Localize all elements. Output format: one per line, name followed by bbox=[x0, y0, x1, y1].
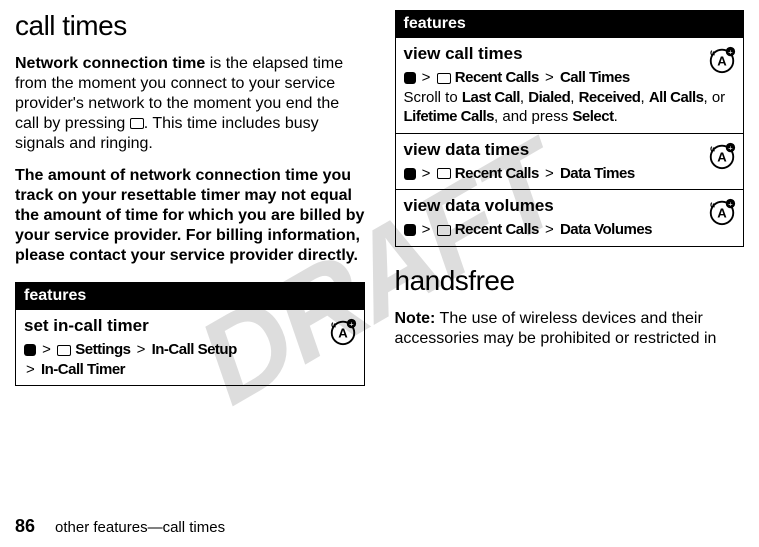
features-table-left: features A+ set in-call timer > Settings… bbox=[15, 282, 365, 386]
accessibility-badge-icon: A+ bbox=[328, 316, 358, 346]
page-footer: 86 other features—call times bbox=[15, 516, 225, 537]
row-view-call-times: A+ view call times > Recent Calls > Call… bbox=[395, 38, 744, 134]
row-set-in-call-timer: A+ set in-call timer > Settings > In-Cal… bbox=[16, 310, 365, 386]
recent-calls-menu-icon bbox=[437, 168, 451, 179]
desc-view-call-times: Scroll to Last Call, Dialed, Received, A… bbox=[404, 88, 736, 127]
lbl-data-volumes: Data Volumes bbox=[560, 221, 652, 238]
recent-calls-menu-icon bbox=[437, 225, 451, 236]
note-label: Note: bbox=[395, 310, 436, 327]
page-number: 86 bbox=[15, 516, 35, 536]
lbl-last-call: Last Call bbox=[462, 89, 520, 106]
center-key-icon bbox=[404, 224, 416, 236]
accessibility-badge-icon: A+ bbox=[707, 140, 737, 170]
lbl-recent-calls-3: Recent Calls bbox=[455, 221, 539, 238]
center-key-icon bbox=[404, 72, 416, 84]
svg-text:+: + bbox=[349, 319, 354, 328]
end-key-icon bbox=[130, 118, 144, 129]
network-connection-paragraph: Network connection time is the elapsed t… bbox=[15, 54, 365, 154]
note-text: The use of wireless devices and their ac… bbox=[395, 310, 717, 347]
lbl-data-times: Data Times bbox=[560, 165, 635, 182]
footer-text: other features—call times bbox=[55, 519, 225, 536]
svg-text:+: + bbox=[728, 199, 733, 208]
feat-title-view-data-times: view data times bbox=[404, 140, 736, 160]
desc-pre: Scroll to bbox=[404, 89, 462, 106]
svg-text:A: A bbox=[717, 206, 727, 221]
svg-text:A: A bbox=[717, 149, 727, 164]
lbl-all-calls: All Calls bbox=[649, 89, 704, 106]
feat-title-view-call-times: view call times bbox=[404, 44, 736, 64]
right-column: features A+ view call times > Recent Cal… bbox=[395, 10, 745, 470]
lbl-call-times: Call Times bbox=[560, 69, 630, 86]
row-view-data-times: A+ view data times > Recent Calls > Data… bbox=[395, 133, 744, 190]
lbl-settings: Settings bbox=[75, 341, 130, 358]
left-column: call times Network connection time is th… bbox=[15, 10, 365, 470]
svg-text:A: A bbox=[338, 326, 348, 341]
lbl-select: Select bbox=[572, 108, 613, 125]
lbl-incall-setup: In-Call Setup bbox=[152, 341, 237, 358]
billing-disclaimer: The amount of network connection time yo… bbox=[15, 166, 365, 266]
heading-handsfree: handsfree bbox=[395, 265, 745, 297]
handsfree-note: Note: The use of wireless devices and th… bbox=[395, 309, 745, 349]
feat-title-view-data-volumes: view data volumes bbox=[404, 196, 736, 216]
settings-menu-icon bbox=[57, 345, 71, 356]
features-header-right: features bbox=[395, 11, 744, 38]
lbl-or: , or bbox=[704, 89, 726, 106]
lbl-recent-calls-1: Recent Calls bbox=[455, 69, 539, 86]
svg-text:+: + bbox=[728, 47, 733, 56]
center-key-icon bbox=[404, 168, 416, 180]
accessibility-badge-icon: A+ bbox=[707, 44, 737, 74]
path-view-data-volumes: > Recent Calls > Data Volumes bbox=[404, 220, 736, 240]
features-table-right: features A+ view call times > Recent Cal… bbox=[395, 10, 745, 247]
row-view-data-volumes: A+ view data volumes > Recent Calls > Da… bbox=[395, 190, 744, 247]
nct-bold: Network connection time bbox=[15, 55, 205, 72]
path-view-data-times: > Recent Calls > Data Times bbox=[404, 164, 736, 184]
center-key-icon bbox=[24, 344, 36, 356]
lbl-recent-calls-2: Recent Calls bbox=[455, 165, 539, 182]
lbl-period: . bbox=[614, 108, 618, 125]
accessibility-badge-icon: A+ bbox=[707, 196, 737, 226]
features-header-left: features bbox=[16, 283, 365, 310]
svg-text:+: + bbox=[728, 143, 733, 152]
path-view-call-times: > Recent Calls > Call Times bbox=[404, 68, 736, 88]
lbl-dialed: Dialed bbox=[528, 89, 570, 106]
lbl-press: , and press bbox=[494, 108, 572, 125]
svg-text:A: A bbox=[717, 54, 727, 69]
heading-call-times: call times bbox=[15, 10, 365, 42]
lbl-incall-timer: In-Call Timer bbox=[41, 361, 125, 378]
page-columns: call times Network connection time is th… bbox=[0, 0, 759, 480]
recent-calls-menu-icon bbox=[437, 73, 451, 84]
lbl-received: Received bbox=[579, 89, 641, 106]
feat-title-in-call-timer: set in-call timer bbox=[24, 316, 356, 336]
lbl-lifetime: Lifetime Calls bbox=[404, 108, 495, 125]
path-in-call-timer: > Settings > In-Call Setup > In-Call Tim… bbox=[24, 340, 356, 379]
